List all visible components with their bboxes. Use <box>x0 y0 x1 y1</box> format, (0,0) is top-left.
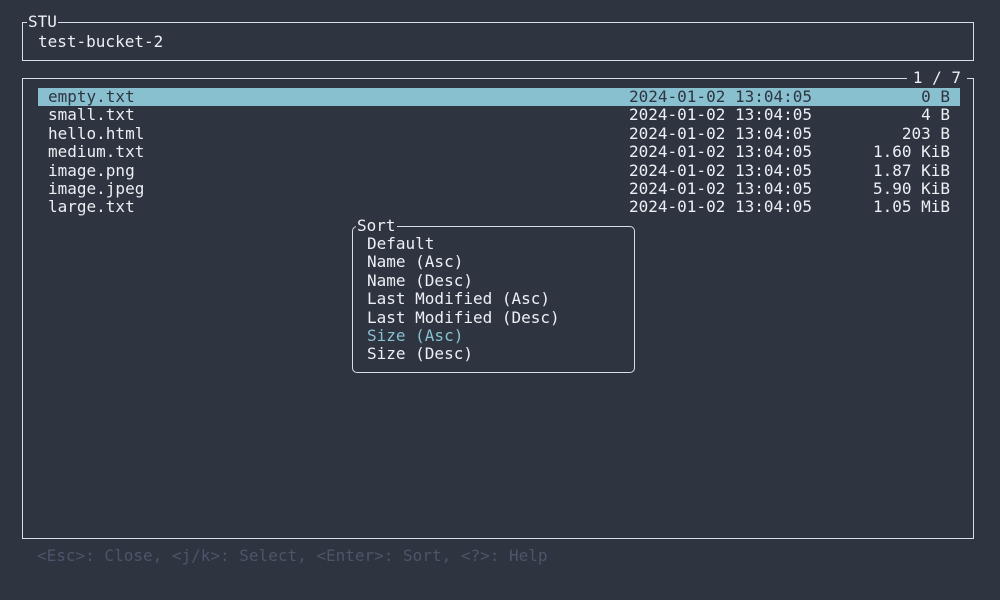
object-modified: 2024-01-02 13:04:05 <box>629 160 813 180</box>
sort-option[interactable]: Size (Asc) <box>367 326 463 345</box>
object-name: image.jpeg <box>48 179 145 198</box>
object-name: small.txt <box>48 105 135 125</box>
sort-option[interactable]: Name (Asc) <box>367 252 463 271</box>
object-size: 1.05 MiB <box>872 197 950 217</box>
sort-option[interactable]: Last Modified (Asc) <box>367 289 550 308</box>
help-bar: <Esc>: Close, <j/k>: Select, <Enter>: So… <box>37 546 548 565</box>
object-size: 0 B <box>921 87 950 106</box>
object-size: 4 B <box>921 105 950 125</box>
object-row[interactable]: hello.html 2024-01-02 13:04:05 203 B <box>38 123 960 143</box>
object-row[interactable]: image.png 2024-01-02 13:04:05 1.87 KiB <box>38 160 960 180</box>
object-row[interactable]: small.txt 2024-01-02 13:04:05 4 B <box>38 105 960 125</box>
object-name: hello.html <box>48 123 145 143</box>
object-row[interactable]: image.jpeg 2024-01-02 13:04:05 5.90 KiB <box>38 179 960 198</box>
sort-option[interactable]: Size (Desc) <box>367 344 473 363</box>
object-row[interactable]: empty.txt 2024-01-02 13:04:05 0 B <box>38 87 960 107</box>
object-modified: 2024-01-02 13:04:05 <box>629 142 813 162</box>
object-name: large.txt <box>48 197 135 217</box>
app-title: STU <box>27 12 58 31</box>
object-size: 5.90 KiB <box>872 179 950 198</box>
sort-dialog-title: Sort <box>356 216 397 235</box>
object-name: medium.txt <box>48 142 145 162</box>
object-modified: 2024-01-02 13:04:05 <box>629 87 813 106</box>
page-indicator: 1 / 7 <box>906 69 967 87</box>
object-modified: 2024-01-02 13:04:05 <box>629 179 813 198</box>
object-name: image.png <box>48 160 135 180</box>
object-size: 1.87 KiB <box>872 160 950 180</box>
object-modified: 2024-01-02 13:04:05 <box>629 123 813 143</box>
object-name: empty.txt <box>48 87 135 106</box>
sort-option[interactable]: Default <box>367 234 434 253</box>
object-size: 1.60 KiB <box>872 142 950 162</box>
sort-option[interactable]: Name (Desc) <box>367 271 473 290</box>
object-size: 203 B <box>901 123 950 143</box>
object-row[interactable]: medium.txt 2024-01-02 13:04:05 1.60 KiB <box>38 142 960 162</box>
object-modified: 2024-01-02 13:04:05 <box>629 105 813 125</box>
bucket-breadcrumb: test-bucket-2 <box>38 32 164 51</box>
header-panel: STU test-bucket-2 <box>22 13 974 61</box>
object-modified: 2024-01-02 13:04:05 <box>629 197 813 217</box>
sort-option[interactable]: Last Modified (Desc) <box>367 308 560 327</box>
object-row[interactable]: large.txt 2024-01-02 13:04:05 1.05 MiB <box>38 197 960 217</box>
sort-dialog: Sort Default Name (Asc) Name (Desc) Last Mo… <box>352 217 635 373</box>
